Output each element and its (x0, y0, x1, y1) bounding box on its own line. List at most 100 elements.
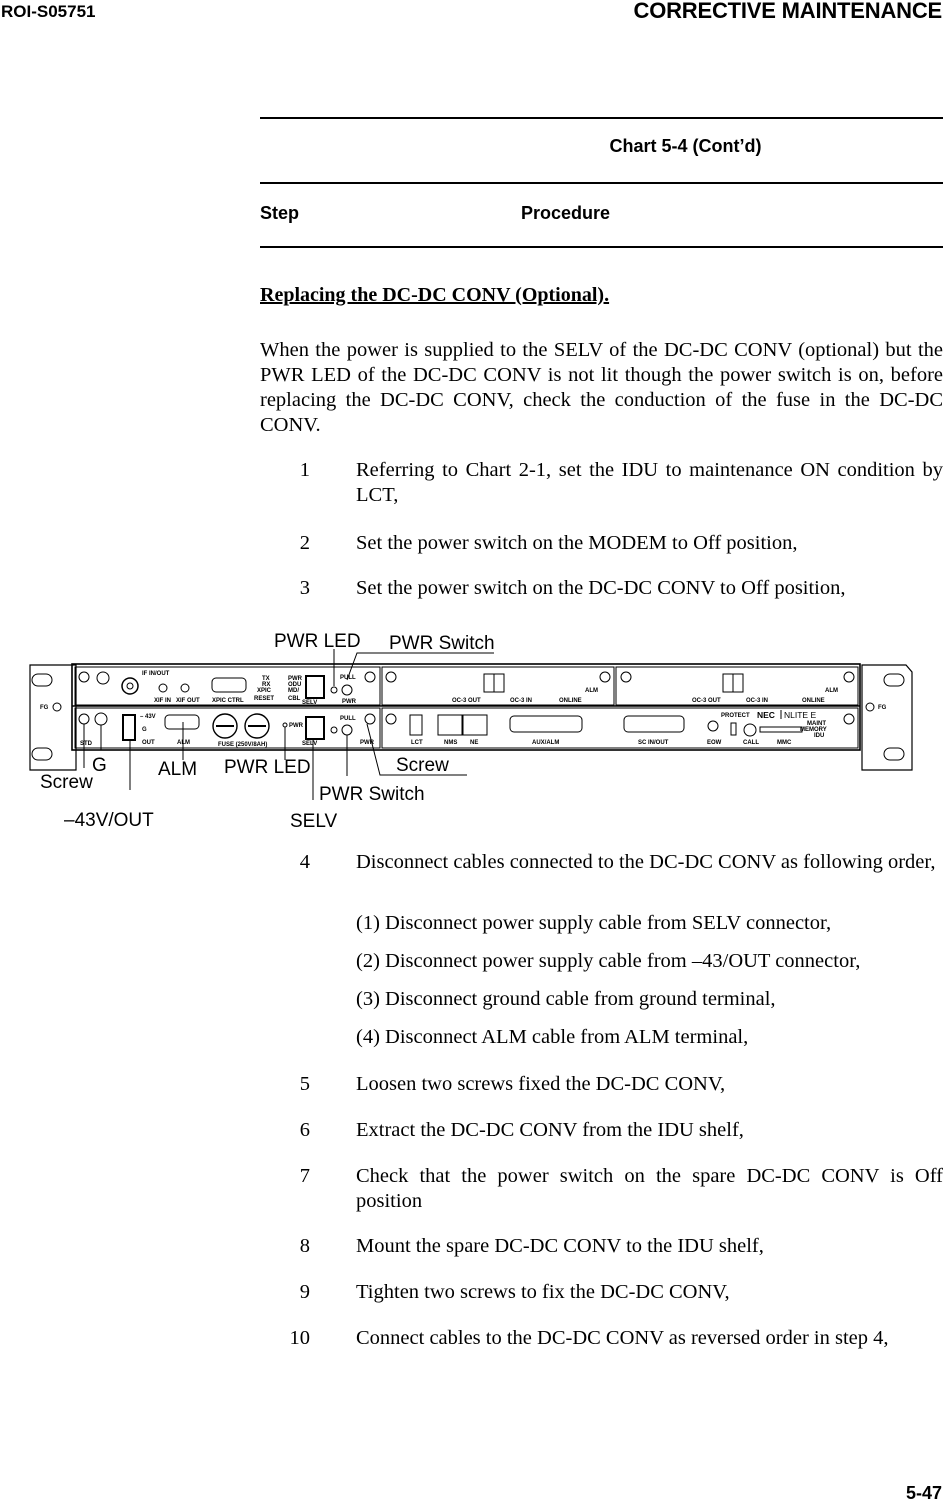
step-number: 7 (299, 1165, 310, 1187)
step-number: 3 (299, 577, 310, 599)
screw-icon (385, 713, 397, 725)
nms-port (437, 714, 463, 736)
pwr-switch-bottom[interactable] (341, 724, 353, 736)
page-number: 5-47 (905, 1483, 942, 1503)
protect-label: PROTECT (721, 713, 750, 719)
left-mount-slot-bottom (31, 747, 53, 761)
left-mount-slot-top (31, 673, 53, 687)
column-header-step: Step (260, 203, 300, 223)
idu-led-label: IDU (814, 733, 824, 739)
protect-switch[interactable] (730, 722, 737, 736)
step-text: Loosen two screws fixed the DC-DC CONV, (356, 1073, 726, 1095)
oc3-in-label-1: OC-3 IN (510, 698, 532, 704)
callout-pwr-switch-top: PWR Switch (389, 633, 495, 654)
alm-led-label-2: ALM (825, 688, 838, 694)
callout-43v-out: –43V/OUT (64, 810, 154, 831)
out-label: OUT (142, 740, 155, 746)
step-4-substep-1: (1) Disconnect power supply cable from S… (356, 912, 832, 934)
screw-icon (364, 713, 376, 725)
fg-label-left: FG (40, 705, 49, 711)
right-mount-slot-top (883, 673, 905, 687)
mmc-slot (759, 726, 803, 733)
idu-panel-svg: FG FG IF IN/OUT XIF IN XIF OUT XPIC CTRL… (29, 631, 913, 832)
xpic-ctrl-connector (211, 677, 247, 693)
callout-alm: ALM (158, 759, 197, 780)
step-number: 2 (299, 532, 310, 554)
section-title: Replacing the DC-DC CONV (Optional). (260, 284, 610, 306)
oc3-out-label-1: OC-3 OUT (452, 698, 481, 704)
step-text: Set the power switch on the DC-DC CONV t… (356, 577, 846, 599)
pwr-switch-label-top: PWR (342, 699, 357, 705)
minus43v-out-connector (122, 714, 136, 741)
screw-icon (96, 671, 110, 685)
screw-icon (620, 671, 632, 683)
pwr-led-bottom-2 (330, 726, 338, 734)
oc3-out-label-2: OC-3 OUT (692, 698, 721, 704)
step-text: Tighten two screws to fix the DC-DC CONV… (356, 1281, 730, 1303)
mmc-label: MMC (777, 740, 792, 746)
aux-alm-label: AUX/ALM (532, 740, 559, 746)
step-4-substep-2: (2) Disconnect power supply cable from –… (356, 950, 861, 972)
table-rule-middle (260, 182, 943, 184)
lct-port (409, 714, 423, 736)
pwr-led-bottom (282, 722, 288, 728)
oc3-in-label-2: OC-3 IN (746, 698, 768, 704)
step-text: Check that the power switch on the spare… (356, 1165, 943, 1212)
chart-title: Chart 5-4 (Cont’d) (260, 136, 943, 157)
xif-in-label: XIF IN (154, 698, 171, 704)
sc-in-out-connector (623, 715, 685, 733)
std-label: STD (80, 741, 93, 747)
screw-icon (78, 713, 90, 725)
screw-icon (78, 671, 90, 683)
alm-led-label-1: ALM (585, 688, 598, 694)
call-button[interactable] (743, 723, 757, 737)
screw-icon (843, 671, 855, 683)
xpic-ctrl-label: XPIC CTRL (212, 698, 244, 704)
step-text: Extract the DC-DC CONV from the IDU shel… (356, 1119, 744, 1141)
right-mount-slot-bottom (883, 747, 905, 761)
step-text: Set the power switch on the MODEM to Off… (356, 532, 798, 554)
screw-icon (364, 671, 376, 683)
step-text: Disconnect cables connected to the DC-DC… (356, 851, 936, 873)
g-terminal-screw (94, 712, 108, 726)
minus43v-label: – 43V (140, 714, 156, 720)
pull-label-bottom: PULL (340, 716, 356, 722)
chart-title-text: Chart 5-4 (Cont’d) (609, 136, 762, 156)
pwr-switch-top[interactable] (341, 684, 353, 696)
fg-terminal-left (52, 702, 62, 712)
eow-jack (707, 720, 719, 732)
intro-paragraph: When the power is supplied to the SELV o… (260, 339, 943, 436)
online-label-1: ONLINE (559, 698, 582, 704)
left-rack-ear (29, 664, 77, 771)
step-4-substep-3: (3) Disconnect ground cable from ground … (356, 988, 776, 1010)
selv-connector-top (305, 675, 325, 699)
ne-label: NE (470, 740, 478, 746)
g-label: G (142, 727, 147, 733)
right-rack-ear (861, 664, 913, 771)
document-id: ROI-S05751 (1, 2, 96, 21)
md-led-label: MD/ (288, 688, 299, 694)
if-connector (121, 677, 139, 695)
step-number: 4 (299, 851, 310, 873)
reset-label: RESET (254, 696, 274, 702)
nec-brand: NEC (757, 710, 775, 720)
callout-screw-right: Screw (396, 755, 449, 776)
xif-out-label: XIF OUT (176, 698, 200, 704)
nms-label: NMS (444, 740, 457, 746)
eow-label: EOW (707, 740, 722, 746)
step-text: Referring to Chart 2-1, set the IDU to m… (356, 459, 943, 506)
step-text: Mount the spare DC-DC CONV to the IDU sh… (356, 1235, 764, 1257)
alm-connector (164, 714, 200, 730)
callout-pwr-switch-bottom: PWR Switch (319, 784, 425, 805)
callout-screw-left: Screw (40, 772, 93, 793)
callout-pwr-led-top: PWR LED (274, 631, 361, 652)
xif-in-connector (158, 683, 168, 693)
callout-pwr-led-bottom: PWR LED (224, 757, 311, 778)
step-number: 9 (299, 1281, 310, 1303)
section-heading: CORRECTIVE MAINTENANCE (633, 0, 943, 23)
fg-label-right: FG (878, 705, 887, 711)
screw-icon (385, 671, 397, 683)
cbl-led-label: CBL (288, 696, 301, 702)
ne-port (462, 714, 488, 736)
fuse-label: FUSE (250V/8AH) (218, 742, 267, 748)
